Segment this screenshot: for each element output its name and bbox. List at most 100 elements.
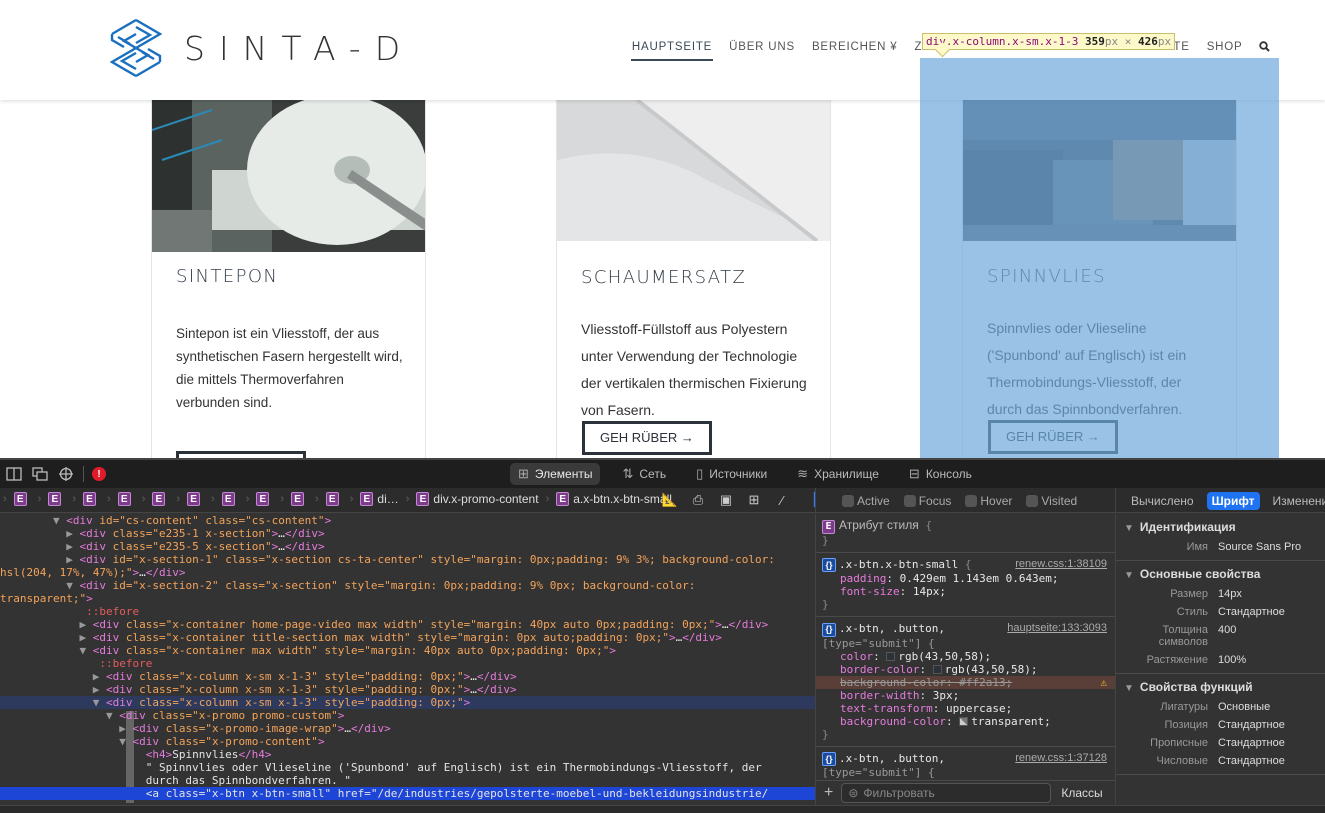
breadcrumb-item[interactable]: Edi… xyxy=(360,492,399,506)
dom-node-line[interactable]: durch das Spinnbondverfahren. " xyxy=(0,774,815,787)
disclosure-triangle-icon[interactable]: ▶ xyxy=(79,631,86,644)
disclosure-triangle-icon[interactable]: ▼ xyxy=(66,579,73,592)
font-section-header[interactable]: ▼ Основные свойства xyxy=(1116,567,1325,581)
breadcrumb-item[interactable]: E xyxy=(13,492,31,506)
css-property[interactable]: padding: 0.429em 1.143em 0.643em; xyxy=(822,572,1109,585)
tab-computed[interactable]: Вычислено xyxy=(1126,492,1199,510)
dom-node-line[interactable]: ▶ <div id="x-section-1" class="x-section… xyxy=(0,553,815,566)
disclosure-triangle-icon[interactable]: ▶ xyxy=(79,618,86,631)
disclosure-triangle-icon[interactable]: ▼ xyxy=(119,735,126,748)
dom-node-line[interactable]: ▶ <div class="e235-5 x-section">…</div> xyxy=(0,540,815,553)
dom-node-line[interactable]: ▼ <div class="x-container max width" sty… xyxy=(0,644,815,657)
dom-node-line[interactable]: <h4>Spinnvlies</h4> xyxy=(0,748,815,761)
breadcrumb-item[interactable]: E xyxy=(256,492,273,506)
overridden-property[interactable]: background-color: #ff2a13; ⚠ xyxy=(816,675,1115,689)
ruler-icon[interactable]: 📐 xyxy=(662,492,678,508)
disclosure-triangle-icon[interactable]: ▶ xyxy=(93,670,100,683)
css-rule-x-btn-renew[interactable]: {} .x-btn, .button, [type="submit"] { ren… xyxy=(816,747,1115,785)
breadcrumb-item-current[interactable]: Ea.x-btn.x-btn-small xyxy=(556,492,672,506)
disclosure-triangle-icon[interactable]: ▶ xyxy=(66,527,73,540)
font-section-header[interactable]: ▼ Свойства функций xyxy=(1116,680,1325,694)
dom-node-line[interactable]: ▼ <div id="x-section-2" class="x-section… xyxy=(0,579,815,592)
tab-storage[interactable]: ≋ Хранилище xyxy=(789,463,887,485)
dom-node-line[interactable]: ▶ <div class="x-container title-section … xyxy=(0,631,815,644)
pseudo-visited-checkbox[interactable]: Visited xyxy=(1026,494,1077,508)
css-property[interactable]: text-transform: uppercase; xyxy=(822,702,1109,715)
dom-node-line[interactable]: ▶ <div class="e235-1 x-section">…</div> xyxy=(0,527,815,540)
breadcrumb-item[interactable]: E xyxy=(221,492,239,506)
dom-node-line[interactable]: ::before xyxy=(0,605,815,618)
disclosure-triangle-icon[interactable]: ▼ xyxy=(79,644,86,657)
dom-node-line[interactable]: hsl(204, 17%, 47%);">…</div> xyxy=(0,566,815,579)
dom-node-line[interactable]: ▼ <div id="cs-content" class="cs-content… xyxy=(0,514,815,527)
dom-node-line[interactable]: ▼ <div class="x-promo promo-custom"> xyxy=(0,709,815,722)
disclosure-triangle-icon[interactable]: ▶ xyxy=(93,683,100,696)
dom-node-line[interactable]: " Spinnvlies oder Vlieseline ('Spunbond'… xyxy=(0,761,815,774)
dom-tree[interactable]: ▼ <div id="cs-content" class="cs-content… xyxy=(0,514,815,804)
styles-filter-input[interactable]: ⊜ Фильтровать xyxy=(841,783,1052,803)
error-icon[interactable]: ! xyxy=(92,467,106,481)
disclosure-triangle-icon[interactable]: ▶ xyxy=(66,540,73,553)
rule-source-link[interactable]: renew.css:1:37128 xyxy=(1015,752,1107,765)
element-picker-icon[interactable] xyxy=(57,466,75,482)
dom-node-line[interactable]: ::before xyxy=(0,657,815,670)
card-button[interactable]: GEH RÜBER → xyxy=(582,421,712,455)
css-rule-x-btn[interactable]: {} .x-btn, .button, [type="submit"] { hau… xyxy=(816,617,1115,747)
rule-source-link[interactable]: renew.css:1:38109 xyxy=(1015,558,1107,571)
breadcrumb-item[interactable]: E xyxy=(48,492,65,506)
tab-elements[interactable]: ⊞ Элементы xyxy=(510,463,601,485)
add-rule-icon[interactable]: + xyxy=(824,784,833,802)
tab-console[interactable]: ⊟ Консоль xyxy=(901,463,980,485)
disclosure-triangle-icon[interactable]: ▼ xyxy=(106,709,113,722)
classes-button[interactable]: Классы xyxy=(1061,786,1102,800)
breadcrumb-item[interactable]: E xyxy=(291,492,308,506)
color-swatch[interactable] xyxy=(932,664,942,674)
css-rule-x-btn-small[interactable]: {} .x-btn.x-btn-small { renew.css:1:38109… xyxy=(816,553,1115,617)
tab-network[interactable]: ⇅ Сеть xyxy=(614,463,674,485)
nav-bereichen[interactable]: BEREICHEN ¥ xyxy=(803,41,906,55)
dom-node-line[interactable]: ▼ <div class="x-promo-content"> xyxy=(0,735,815,748)
css-property[interactable]: color: rgb(43,50,58); xyxy=(822,650,1109,663)
disclosure-triangle-icon[interactable]: ▶ xyxy=(119,722,126,735)
site-logo[interactable]: SINTA-D xyxy=(110,18,414,78)
breadcrumb-item[interactable]: E xyxy=(187,492,204,506)
rule-source-link[interactable]: hauptseite:133:3093 xyxy=(1007,622,1107,635)
dock-side-icon[interactable] xyxy=(5,466,23,482)
disclosure-triangle-icon[interactable]: ▶ xyxy=(66,553,73,566)
nav-hauptseite[interactable]: HAUPTSEITE xyxy=(623,41,720,61)
breadcrumb-item[interactable]: Ediv.x-promo-content xyxy=(416,492,539,506)
color-swatch[interactable] xyxy=(959,716,969,726)
dom-node-line[interactable]: transparent;"> xyxy=(0,592,815,605)
style-attribute-rule[interactable]: E Атрибут стиля {} xyxy=(816,514,1115,553)
dom-node-line[interactable]: ▶ <div class="x-column x-sm x-1-3" style… xyxy=(0,670,815,683)
paint-brush-icon[interactable]: ⁄ xyxy=(774,492,790,508)
nav-ueber-uns[interactable]: ÜBER UNS xyxy=(721,41,804,55)
nav-shop[interactable]: SHOP xyxy=(1198,41,1251,55)
window-icon[interactable]: ▣ xyxy=(718,492,734,508)
color-swatch[interactable] xyxy=(886,651,896,661)
css-property[interactable]: background-color: transparent; xyxy=(822,715,1109,728)
breadcrumb-item[interactable]: E xyxy=(152,492,169,506)
print-icon[interactable]: ⎙ xyxy=(690,492,706,508)
pseudo-hover-checkbox[interactable]: Hover xyxy=(965,494,1012,508)
tab-font[interactable]: Шрифт xyxy=(1206,491,1260,510)
search-icon[interactable] xyxy=(1251,41,1270,55)
disclosure-triangle-icon[interactable]: ▼ xyxy=(1124,570,1134,581)
disclosure-triangle-icon[interactable]: ▼ xyxy=(53,514,60,527)
dom-node-line[interactable]: ▶ <div class="x-column x-sm x-1-3" style… xyxy=(0,683,815,696)
disclosure-triangle-icon[interactable]: ▼ xyxy=(1124,523,1134,534)
breadcrumb-item[interactable]: E xyxy=(117,492,135,506)
tab-changes[interactable]: Изменения xyxy=(1268,492,1325,510)
disclosure-triangle-icon[interactable]: ▼ xyxy=(1124,683,1134,694)
css-property[interactable]: font-size: 14px; xyxy=(822,585,1109,598)
dom-node-line[interactable]: ▶ <div class="x-container home-page-vide… xyxy=(0,618,815,631)
tab-sources[interactable]: ▯ Источники xyxy=(688,463,775,485)
dom-node-line[interactable]: ▶ <div class="x-promo-image-wrap">…</div… xyxy=(0,722,815,735)
css-property[interactable]: border-width: 3px; xyxy=(822,689,1109,702)
grid-icon[interactable]: ⊞ xyxy=(746,492,762,508)
breadcrumb-item[interactable]: E xyxy=(83,492,100,506)
disclosure-triangle-icon[interactable]: ▼ xyxy=(93,696,100,709)
dom-node-line[interactable]: ▼ <div class="x-column x-sm x-1-3" style… xyxy=(0,696,815,709)
font-section-header[interactable]: ▼ Идентификация xyxy=(1116,520,1325,534)
dom-node-line[interactable]: <a class="x-btn x-btn-small" href="/de/i… xyxy=(0,787,815,800)
